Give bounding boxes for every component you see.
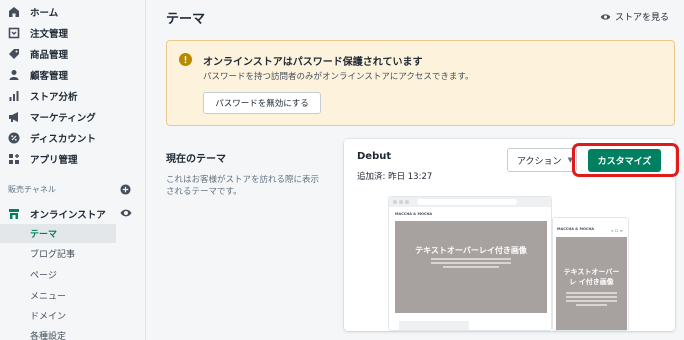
mobile-preview-hero: テキストオーバーレ イ付き画像 — [556, 237, 627, 330]
banner-text: パスワードを持つ訪問者のみがオンラインストアにアクセスできます。 — [203, 72, 474, 82]
mobile-preview-brand: MACCHA & MOCHA — [557, 227, 595, 231]
preview-brand: MACCHA & MOCHA — [395, 212, 433, 216]
sidebar-item-apps[interactable]: アプリ管理 — [0, 149, 146, 169]
sidebar-item-label: ストア分析 — [30, 92, 78, 103]
sidebar-item-customers[interactable]: 顧客管理 — [0, 65, 146, 85]
sidebar-sub-blog[interactable]: ブログ記事 — [0, 244, 116, 263]
mobile-nav-icons: ⌕ ☐ ≡ — [611, 228, 623, 233]
home-icon — [8, 6, 20, 18]
preview-hero-text: テキストオーバーレイ付き画像 — [415, 246, 527, 255]
apps-icon — [8, 153, 20, 165]
analytics-icon — [8, 90, 20, 102]
desktop-preview[interactable]: MACCHA & MOCHA テキストオーバーレイ付き画像 — [388, 196, 552, 331]
preview-hero-lines — [431, 258, 511, 270]
online-store-label: オンラインストア — [30, 210, 106, 221]
sidebar-item-analytics[interactable]: ストア分析 — [0, 86, 146, 106]
actions-label: アクション — [517, 156, 562, 167]
mobile-preview[interactable]: MACCHA & MOCHA ⌕ ☐ ≡ テキストオーバーレ イ付き画像 — [552, 217, 629, 331]
sales-channels-label: 販売チャネル — [8, 185, 56, 194]
disable-password-button[interactable]: パスワードを無効にする — [203, 92, 321, 114]
current-theme-title: 現在のテーマ — [166, 154, 226, 165]
add-channel-icon[interactable] — [120, 184, 131, 195]
theme-added: 追加済: 昨日 13:27 — [357, 172, 433, 182]
marketing-icon — [8, 111, 20, 123]
password-banner: オンラインストアはパスワード保護されています パスワードを持つ訪問者のみがオンラ… — [166, 40, 675, 126]
warning-icon — [179, 53, 192, 66]
orders-icon — [8, 27, 20, 39]
sidebar-item-marketing[interactable]: マーケティング — [0, 107, 146, 127]
eye-icon — [600, 13, 611, 20]
sidebar-item-label: 商品管理 — [30, 50, 69, 61]
sidebar-item-label: ホーム — [30, 8, 59, 19]
sidebar-item-label: ディスカウント — [30, 134, 96, 145]
sidebar-item-home[interactable]: ホーム — [0, 2, 146, 22]
sidebar-sub-domains[interactable]: ドメイン — [0, 306, 116, 325]
store-icon — [8, 208, 20, 220]
sidebar-item-label: マーケティング — [30, 113, 96, 124]
sidebar-item-label: 注文管理 — [30, 29, 69, 40]
page-title: テーマ — [166, 12, 206, 27]
view-store-label: ストアを見る — [615, 13, 670, 23]
sidebar-sub-settings[interactable]: 各種設定 — [0, 326, 116, 340]
actions-button[interactable]: アクション ▼ — [507, 148, 577, 172]
sidebar: ホーム 注文管理 商品管理 顧客管理 ストア分析 マーケティング ディスカウント… — [0, 0, 146, 340]
sidebar-item-label: 顧客管理 — [30, 71, 69, 82]
sidebar-sub-menu[interactable]: メニュー — [0, 286, 116, 305]
view-store-link[interactable]: ストアを見る — [600, 10, 669, 23]
banner-title: オンラインストアはパスワード保護されています — [203, 57, 423, 68]
theme-name: Debut — [357, 151, 392, 162]
customize-highlight — [572, 143, 679, 177]
products-icon — [8, 48, 20, 60]
sidebar-item-orders[interactable]: 注文管理 — [0, 23, 146, 43]
sidebar-item-discount[interactable]: ディスカウント — [0, 128, 146, 148]
eye-icon[interactable] — [120, 208, 132, 218]
sidebar-item-label: アプリ管理 — [30, 155, 78, 166]
preview-footer-block — [399, 321, 469, 330]
mobile-hero-text: テキストオーバーレ イ付き画像 — [563, 268, 620, 286]
preview-hero-image: テキストオーバーレイ付き画像 — [395, 221, 547, 313]
sidebar-sub-themes[interactable]: テーマ — [0, 224, 116, 243]
sidebar-sub-pages[interactable]: ページ — [0, 265, 116, 284]
customers-icon — [8, 69, 20, 81]
browser-url-bar — [417, 199, 517, 205]
browser-dot — [405, 200, 409, 204]
current-theme-description: これはお客様がストアを訪れる際に表示されるテーマです。 — [166, 175, 320, 197]
discount-icon — [8, 132, 20, 144]
browser-dot — [393, 200, 397, 204]
browser-bar — [389, 197, 551, 207]
sidebar-item-products[interactable]: 商品管理 — [0, 44, 146, 64]
browser-dot — [399, 200, 403, 204]
mobile-hero-lines — [566, 292, 617, 308]
